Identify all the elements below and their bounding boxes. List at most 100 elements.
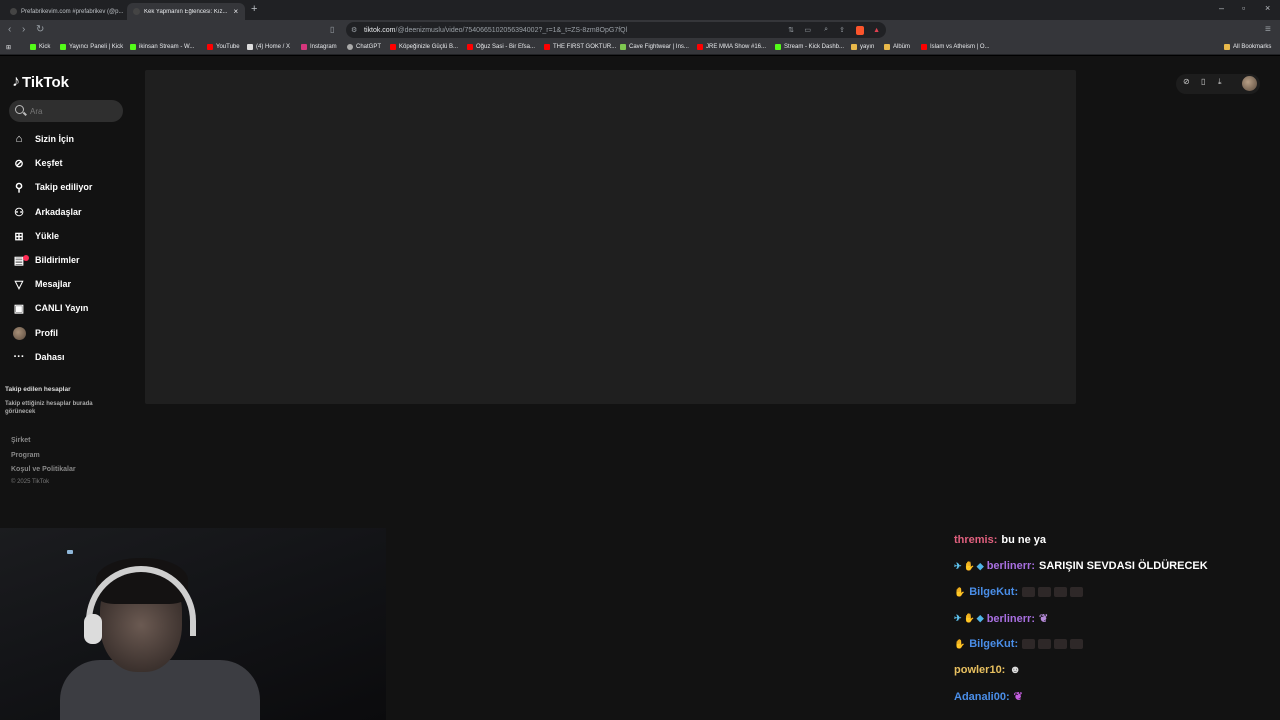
footer-link-terms[interactable]: Koşul ve Politikalar <box>11 466 76 473</box>
nav-label: Bildirimler <box>35 255 80 265</box>
cube-badge-icon: ◆ <box>976 560 984 571</box>
chat-badges: ✋ <box>954 639 967 650</box>
notification-dot <box>23 255 29 261</box>
tab-favicon-icon <box>133 8 140 15</box>
webcam-light <box>67 550 73 554</box>
all-bookmarks-folder[interactable]: All Bookmarks <box>1224 44 1271 50</box>
footer-link-company[interactable]: Şirket <box>11 437 30 444</box>
url-path: /@deenizmuslu/video/7540665102056394002?… <box>395 26 628 34</box>
bookmark-item[interactable]: JRE MMA Show #16... <box>697 44 766 50</box>
reload-button[interactable]: ↻ <box>36 24 44 35</box>
search-placeholder: Ara <box>30 106 43 116</box>
chat-message: ✋ BilgeKut: <box>954 638 1086 650</box>
bookmark-item[interactable]: Cave Fightwear | Ins... <box>620 44 689 50</box>
close-window-button[interactable]: × <box>1265 3 1270 13</box>
eggplant-emote-icon: ❦ <box>1038 613 1049 625</box>
bookmark-item[interactable]: ikinsan Stream - W... <box>130 44 194 50</box>
maximize-button[interactable]: ▫ <box>1242 3 1245 13</box>
nav-label: Keşfet <box>35 158 63 168</box>
back-button[interactable]: ‹ <box>8 24 11 35</box>
followed-accounts-desc: Takip ettiğiniz hesaplar burada görünece… <box>5 401 93 416</box>
nav-label: Sizin İçin <box>35 134 75 144</box>
emote <box>1054 587 1068 597</box>
nav-messages[interactable]: ▽ Mesajlar <box>12 274 71 294</box>
bookmark-icon[interactable]: ▯ <box>330 25 334 34</box>
chat-message: ✈ ✋ ◆ berlinerr: ❦ <box>954 612 1049 626</box>
bookmark-item[interactable]: (4) Home / X <box>247 44 290 50</box>
forward-button[interactable]: › <box>22 24 25 35</box>
hand-badge-icon: ✋ <box>963 613 975 623</box>
nav-following[interactable]: ⚲ Takip ediliyor <box>12 177 92 197</box>
chat-message: powler10: ☻ <box>954 664 1021 676</box>
minimize-button[interactable]: – <box>1219 3 1224 13</box>
nav-upload[interactable]: ⊞ Yükle <box>12 226 59 246</box>
hand-badge-icon: ✋ <box>963 560 975 571</box>
nav-for-you[interactable]: ⌂ Sizin İçin <box>12 129 74 149</box>
home-icon: ⌂ <box>15 133 23 145</box>
following-icon: ⚲ <box>14 181 24 194</box>
browser-tab[interactable]: Prefabrikevim.com #prefabrikev (@p... <box>4 3 124 20</box>
video-player[interactable] <box>145 70 1076 404</box>
footer-link-program[interactable]: Program <box>11 452 40 459</box>
site-info-icon[interactable]: ⚙ <box>351 26 357 34</box>
browser-tab-active[interactable]: Kek Yapmanın Eğlencesi: Kız... × <box>127 3 245 20</box>
upload-icon: ⊞ <box>14 230 24 243</box>
bookmark-item[interactable]: ChatGPT <box>347 44 381 50</box>
address-bar[interactable]: ⚙ tiktok.com /@deenizmuslu/video/7540665… <box>346 22 886 38</box>
download-icon[interactable]: ⤓ <box>1218 77 1222 87</box>
tab-title: Prefabrikevim.com #prefabrikev (@p... <box>21 8 124 15</box>
bookmark-folder[interactable]: Albüm <box>884 44 910 50</box>
nav-more[interactable]: ··· Dahası <box>12 347 65 367</box>
compass-icon: ⊘ <box>14 157 24 170</box>
streamer-body <box>60 660 260 720</box>
nav-live[interactable]: ▣ CANLI Yayın <box>12 298 89 318</box>
device-icon[interactable]: ▯ <box>1201 77 1205 86</box>
menu-icon[interactable]: ≡ <box>1265 24 1271 35</box>
emote <box>1070 639 1084 649</box>
nav-profile[interactable]: Profil <box>12 323 58 343</box>
avatar <box>12 326 26 340</box>
tiktok-logo[interactable]: ♪ TikTok <box>12 73 69 91</box>
bookmark-item[interactable]: Köpeğinizle Güçlü B... <box>390 44 458 50</box>
profile-avatar <box>12 326 26 340</box>
tab-close-icon[interactable]: × <box>234 7 239 16</box>
bookmark-folder[interactable]: yayın <box>851 44 874 50</box>
emote <box>1038 639 1052 649</box>
nav-label: Mesajlar <box>35 279 72 289</box>
bookmark-item[interactable]: Instagram <box>301 44 337 50</box>
search-input[interactable]: Ara <box>9 100 123 122</box>
bookmark-item[interactable]: Islam vs Atheism | O... <box>921 44 990 50</box>
webcam-overlay <box>0 528 386 720</box>
translate-icon[interactable]: ⇅ <box>788 26 794 34</box>
bookmark-item[interactable]: Stream - Kick Dashb... <box>775 44 844 50</box>
followed-accounts-title: Takip edilen hesaplar <box>5 386 71 393</box>
bookmark-item[interactable]: Yayıncı Paneli | Kick <box>60 44 123 50</box>
hand-badge-icon: ✋ <box>954 638 966 649</box>
nav-label: Profil <box>35 328 59 338</box>
hand-badge-icon: ✋ <box>954 586 966 597</box>
bookmark-item[interactable]: Kick <box>30 44 50 50</box>
live-icon: ▣ <box>13 302 25 315</box>
emote <box>1054 639 1068 649</box>
nav-friends[interactable]: ⚇ Arkadaşlar <box>12 202 81 222</box>
zoom-icon[interactable]: ⌕ <box>824 26 828 34</box>
tab-title: Kek Yapmanın Eğlencesi: Kız... <box>144 8 228 15</box>
new-tab-button[interactable]: + <box>251 3 257 15</box>
share-icon[interactable]: ⇪ <box>839 26 845 34</box>
bookmark-item[interactable]: YouTube <box>207 44 240 50</box>
chat-badges: ✈ ✋ ◆ <box>954 561 985 572</box>
brave-rewards-icon[interactable]: ▲ <box>873 27 880 34</box>
emote <box>1038 587 1052 597</box>
nav-label: Dahası <box>35 352 65 362</box>
message-icon: ▽ <box>14 278 24 291</box>
brave-shield-icon[interactable] <box>856 25 864 35</box>
cast-icon[interactable]: ▭ <box>804 26 811 34</box>
inbox-icon: ▤ <box>12 253 29 267</box>
bookmark-item[interactable]: Oğuz Sasi - Bir Efsa... <box>467 44 535 50</box>
coin-icon[interactable]: ⊘ <box>1183 77 1190 86</box>
nav-notifications[interactable]: ▤ Bildirimler <box>12 250 80 270</box>
bookmark-item[interactable]: THE FIRST GOKTUR... <box>544 44 616 50</box>
avatar[interactable] <box>1242 76 1257 91</box>
nav-explore[interactable]: ⊘ Keşfet <box>12 153 63 173</box>
apps-icon[interactable]: ⊞ <box>6 44 11 51</box>
